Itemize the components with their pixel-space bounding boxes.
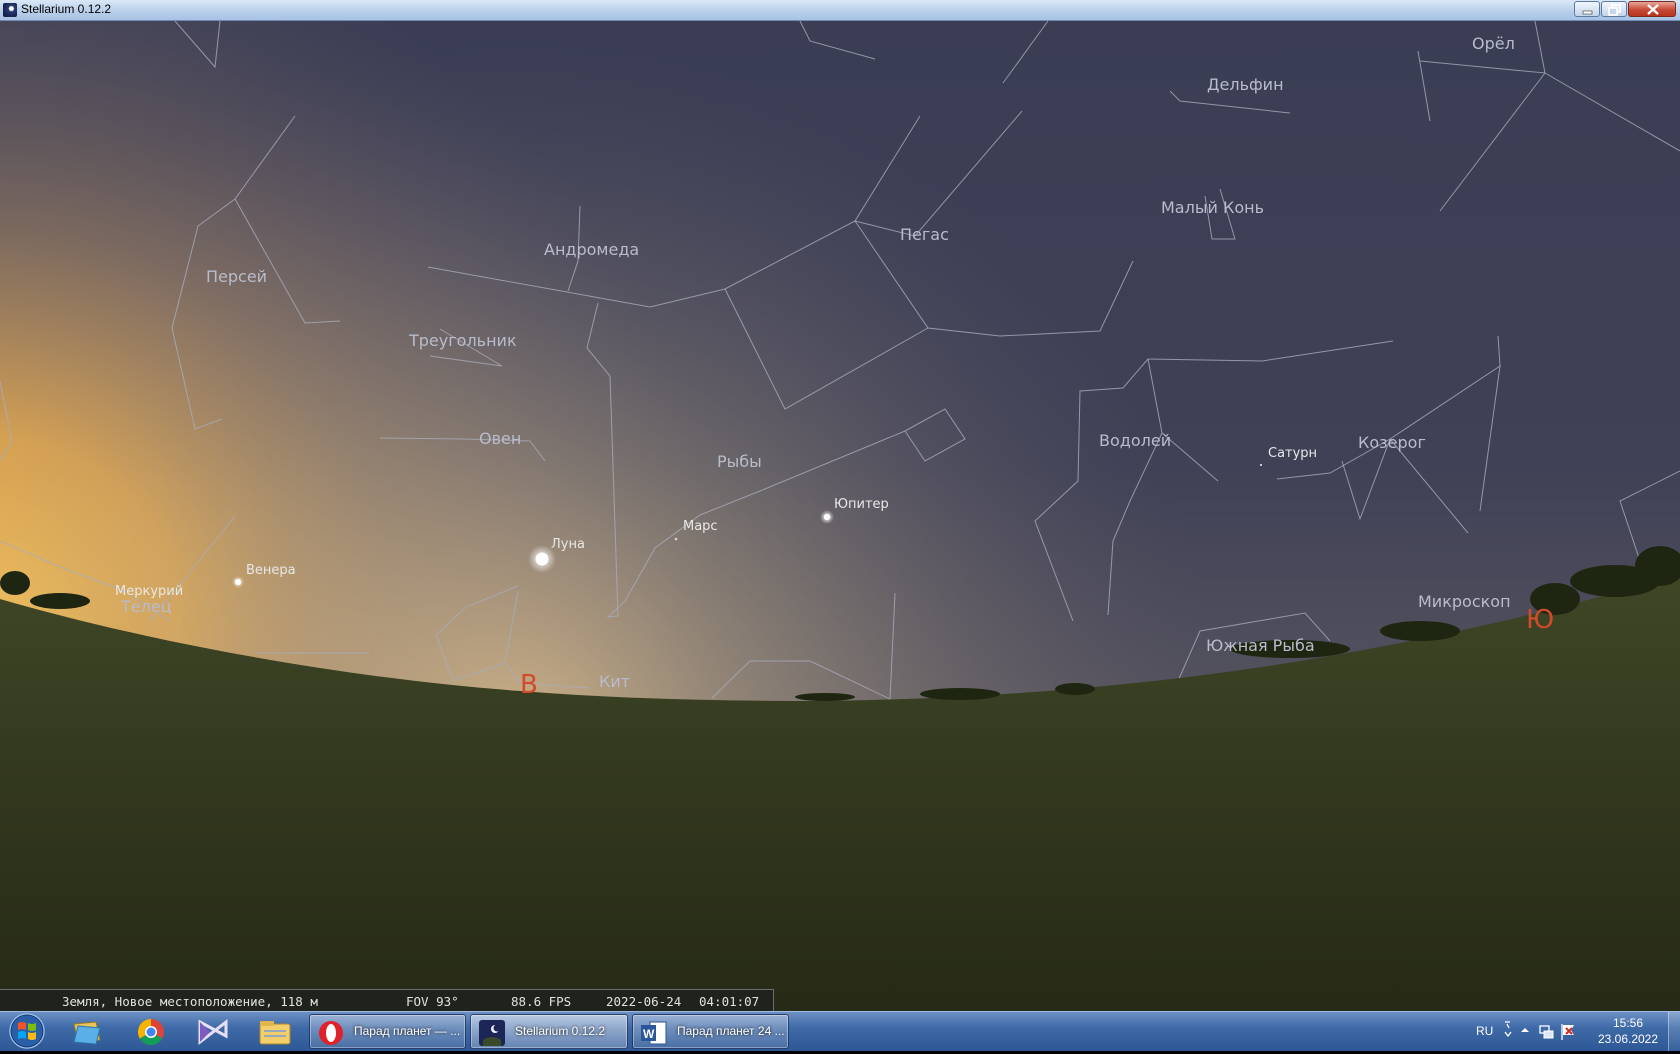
clock-date: 23.06.2022 (1597, 1032, 1659, 1046)
moon-marker[interactable] (535, 552, 549, 566)
constellation-label: Кит (599, 672, 630, 691)
cardinal-east: В (520, 670, 538, 700)
pinned-chrome-button[interactable] (124, 1014, 178, 1049)
constellation-label: Овен (479, 429, 521, 448)
constellation-label: Южная Рыба (1206, 636, 1315, 655)
time-readout: 04:01:07 (699, 994, 760, 1009)
location-readout: Земля, Новое местоположение, 118 м (62, 994, 318, 1009)
restore-icon (1608, 4, 1621, 16)
date-readout: 2022-06-24 (606, 994, 682, 1009)
constellation-label: Дельфин (1207, 75, 1284, 94)
sky-view[interactable]: Орёл Дельфин Малый Конь Пегас Андромеда … (0, 21, 1680, 1013)
planet-label: Венера (246, 563, 296, 578)
task-word[interactable]: W Парад планет 24 ... (632, 1014, 789, 1049)
stellarium-app-icon (3, 3, 17, 17)
jupiter-marker[interactable] (823, 513, 831, 521)
status-bar: Земля, Новое местоположение, 118 м FOV 9… (0, 989, 774, 1012)
constellation-label: Андромеда (544, 240, 639, 259)
explorer-icon (259, 1021, 291, 1045)
action-center-flag-icon[interactable] (1561, 1024, 1574, 1040)
planet-label: Меркурий (115, 584, 183, 599)
start-button[interactable] (4, 1013, 50, 1050)
tray-icons (1500, 1020, 1590, 1044)
task-opera[interactable]: Парад планет — ... (309, 1014, 466, 1049)
word-icon: W (641, 1021, 667, 1045)
planet-label: Марс (683, 519, 718, 534)
constellation-label: Орёл (1472, 34, 1515, 53)
constellation-label: Телец (120, 597, 172, 616)
constellation-label: Рыбы (717, 452, 762, 471)
fov-readout: FOV 93° (406, 994, 459, 1009)
sky-canvas[interactable]: Орёл Дельфин Малый Конь Пегас Андромеда … (0, 21, 1680, 1013)
pinned-files-button[interactable] (60, 1014, 114, 1049)
window-title: Stellarium 0.12.2 (21, 2, 112, 16)
close-button[interactable] (1628, 1, 1676, 17)
constellation-label: Водолей (1099, 431, 1171, 450)
svg-text:W: W (643, 1027, 655, 1041)
pinned-visual-studio-button[interactable] (186, 1014, 240, 1049)
keyboard-layout-icon[interactable] (1504, 1021, 1512, 1038)
constellation-label: Микроскоп (1418, 592, 1511, 611)
clock[interactable]: 15:56 23.06.2022 (1590, 1015, 1666, 1047)
planet-label: Луна (551, 537, 585, 552)
constellation-label: Треугольник (408, 331, 517, 350)
pinned-explorer-button[interactable] (248, 1014, 302, 1049)
clock-time: 15:56 (1612, 1016, 1644, 1030)
show-desktop-button[interactable] (1668, 1012, 1680, 1051)
chrome-icon (137, 1018, 164, 1046)
constellation-label: Козерог (1358, 433, 1426, 452)
windows-start-icon (9, 1013, 45, 1049)
network-icon[interactable] (1539, 1025, 1554, 1039)
minimize-icon (1582, 10, 1593, 15)
task-stellarium[interactable]: Stellarium 0.12.2 (470, 1014, 628, 1049)
window-titlebar[interactable]: Stellarium 0.12.2 (0, 0, 1680, 21)
taskbar: Парад планет — ... Stellarium 0.12.2 W П… (0, 1011, 1680, 1051)
stellarium-icon (479, 1020, 505, 1046)
constellation-label: Пегас (900, 225, 949, 244)
constellation-label: Малый Конь (1161, 198, 1264, 217)
explorer-files-icon (73, 1021, 101, 1045)
opera-icon (319, 1021, 343, 1045)
cardinal-south: Ю (1526, 605, 1554, 635)
show-hidden-icons-icon[interactable] (1521, 1028, 1529, 1032)
task-label: Парад планет 24 ... (677, 1024, 785, 1038)
visual-studio-icon (198, 1018, 228, 1046)
maximize-button[interactable] (1601, 1, 1627, 17)
planet-label: Юпитер (834, 497, 889, 512)
task-label: Парад планет — ... (354, 1024, 461, 1038)
language-indicator[interactable]: RU (1476, 1024, 1493, 1038)
fps-readout: 88.6 FPS (511, 994, 572, 1009)
mars-marker[interactable] (674, 537, 678, 541)
close-icon (1647, 4, 1659, 15)
saturn-marker[interactable] (1260, 464, 1262, 466)
venus-marker[interactable] (235, 579, 241, 585)
constellation-label: Персей (206, 267, 267, 286)
task-label: Stellarium 0.12.2 (515, 1024, 606, 1038)
planet-label: Сатурн (1268, 446, 1317, 461)
minimize-button[interactable] (1574, 1, 1600, 17)
